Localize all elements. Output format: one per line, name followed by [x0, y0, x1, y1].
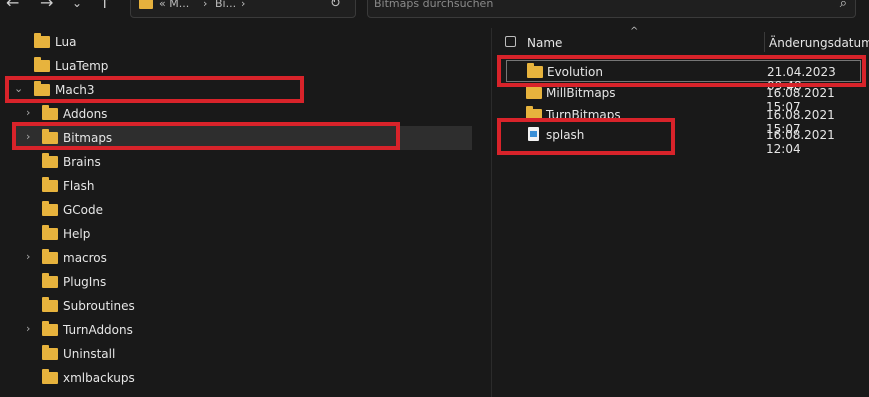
tree-item-label: LuaTemp — [55, 59, 109, 73]
tree-item-label: Lua — [55, 35, 77, 49]
tree-item-label: GCode — [63, 203, 104, 217]
file-list-pane: ^ Name Änderungsdatum Evolution 21.04.20… — [492, 26, 869, 397]
column-separator[interactable] — [764, 32, 765, 52]
file-date: 16.08.2021 12:04 — [766, 128, 835, 156]
folder-icon — [34, 81, 50, 96]
tree-item-label: TurnAddons — [63, 323, 133, 337]
folder-icon — [42, 177, 58, 192]
tree-item-label: Help — [63, 227, 91, 241]
folder-icon — [526, 84, 542, 99]
navigation-pane: Lua LuaTemp ⌄ Mach3 › Addons › Bitmaps B… — [0, 28, 490, 397]
tree-item-label: macros — [63, 251, 107, 265]
tree-item-help[interactable]: Help — [0, 222, 470, 246]
search-input[interactable]: Bitmaps durchsuchen ⌕ — [367, 0, 856, 18]
folder-icon — [42, 105, 58, 120]
folder-icon — [42, 249, 58, 264]
tree-item-label: Uninstall — [63, 347, 116, 361]
tree-item-label: Bitmaps — [63, 131, 113, 145]
tree-item-addons[interactable]: › Addons — [0, 102, 470, 126]
column-date-modified[interactable]: Änderungsdatum — [769, 36, 869, 50]
tree-item-label: Flash — [63, 179, 95, 193]
column-name[interactable]: Name — [527, 36, 562, 50]
file-name: Evolution — [547, 65, 603, 79]
recent-locations-icon[interactable]: ⌄ — [72, 0, 82, 11]
bitmap-file-icon — [528, 127, 539, 141]
address-bar[interactable]: « M... › Bi... › — [130, 0, 356, 18]
tree-item-label: xmlbackups — [63, 371, 135, 385]
tree-item-bitmaps[interactable]: › Bitmaps — [14, 126, 472, 150]
folder-icon — [34, 33, 50, 48]
up-arrow-icon[interactable]: ↑ — [98, 0, 111, 11]
file-row-millbitmaps[interactable]: MillBitmaps 16.08.2021 15:07 — [506, 82, 861, 114]
address-part-1[interactable]: « M... — [159, 0, 189, 10]
tree-item-brains[interactable]: Brains — [0, 150, 470, 174]
file-row-splash[interactable]: splash 16.08.2021 12:04 — [506, 124, 861, 156]
search-icon[interactable]: ⌕ — [840, 0, 847, 11]
tree-item-xmlbackups[interactable]: xmlbackups — [0, 366, 470, 390]
tree-item-luatemp[interactable]: LuaTemp — [0, 54, 470, 78]
folder-icon — [526, 106, 542, 121]
chevron-right-icon[interactable]: › — [26, 322, 30, 335]
file-name: TurnBitmaps — [546, 108, 621, 122]
chevron-right-icon[interactable]: › — [26, 130, 30, 143]
chevron-down-icon[interactable]: ⌄ — [14, 82, 23, 95]
tree-item-label: Mach3 — [55, 83, 95, 97]
address-part-2[interactable]: Bi... — [215, 0, 236, 10]
folder-icon — [42, 201, 58, 216]
tree-item-label: Subroutines — [63, 299, 135, 313]
tree-item-mach3[interactable]: ⌄ Mach3 — [0, 78, 470, 102]
column-header: ^ Name Änderungsdatum — [492, 26, 869, 52]
tree-item-subroutines[interactable]: Subroutines — [0, 294, 470, 318]
search-placeholder: Bitmaps durchsuchen — [374, 0, 494, 10]
tree-item-flash[interactable]: Flash — [0, 174, 470, 198]
forward-arrow-icon[interactable]: → — [40, 0, 53, 11]
back-arrow-icon[interactable]: ← — [6, 0, 19, 11]
refresh-icon[interactable]: ↻ — [330, 0, 341, 11]
folder-icon — [139, 0, 153, 9]
folder-icon — [42, 297, 58, 312]
folder-icon — [42, 369, 58, 384]
file-row-turnbitmaps[interactable]: TurnBitmaps 16.08.2021 15:07 — [506, 104, 861, 136]
folder-icon — [42, 345, 58, 360]
select-all-checkbox[interactable] — [505, 36, 516, 47]
tree-item-macros[interactable]: › macros — [0, 246, 470, 270]
address-separator: › — [241, 0, 246, 10]
tree-item-turnaddons[interactable]: › TurnAddons — [0, 318, 470, 342]
tree-item-plugins[interactable]: PlugIns — [0, 270, 470, 294]
file-name: MillBitmaps — [546, 86, 616, 100]
tree-item-uninstall[interactable]: Uninstall — [0, 342, 470, 366]
tree-item-gcode[interactable]: GCode — [0, 198, 470, 222]
file-name: splash — [546, 128, 585, 142]
folder-icon — [34, 57, 50, 72]
chevron-right-icon[interactable]: › — [26, 106, 30, 119]
toolbar: ← → ⌄ ↑ « M... › Bi... › ↻ Bitmaps durch… — [0, 0, 869, 20]
file-row-evolution[interactable]: Evolution 21.04.2023 09:48 — [506, 60, 861, 93]
folder-icon — [527, 63, 543, 78]
folder-icon — [42, 129, 58, 144]
tree-item-label: PlugIns — [63, 275, 107, 289]
folder-icon — [42, 273, 58, 288]
sort-ascending-icon: ^ — [630, 26, 639, 37]
tree-item-label: Addons — [63, 107, 108, 121]
tree-item-label: Brains — [63, 155, 101, 169]
chevron-right-icon[interactable]: › — [26, 250, 30, 263]
folder-icon — [42, 225, 58, 240]
folder-icon — [42, 321, 58, 336]
folder-icon — [42, 153, 58, 168]
tree-item-lua[interactable]: Lua — [0, 30, 470, 54]
address-separator: › — [203, 0, 208, 10]
